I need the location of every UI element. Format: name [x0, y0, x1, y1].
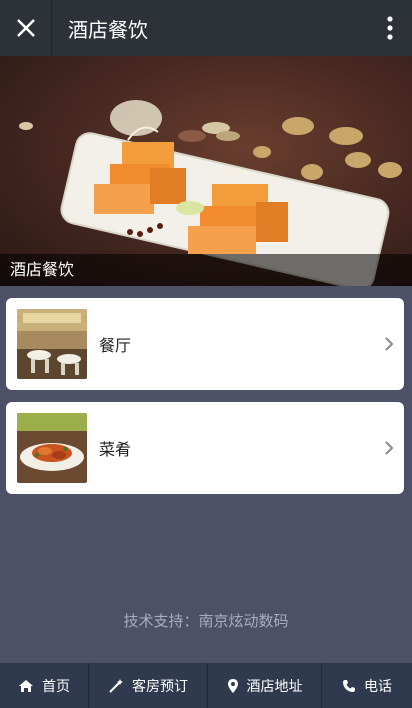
close-icon: [16, 19, 35, 37]
card-label: 菜肴: [99, 440, 132, 459]
phone-icon: [342, 679, 356, 693]
map-pin-icon: [227, 678, 239, 694]
banner-food-illustration: [19, 100, 402, 286]
nav-hotel-address[interactable]: 酒店地址: [208, 663, 322, 708]
nav-home[interactable]: 首页: [0, 663, 89, 708]
nav-label: 电话: [364, 678, 392, 695]
chevron-right-icon: [374, 336, 404, 352]
home-icon: [18, 679, 34, 693]
bottom-nav: 首页 客房预订 酒店地址 电话: [0, 663, 412, 708]
magic-wand-icon: [108, 678, 124, 694]
list-item-restaurant[interactable]: 餐厅: [6, 298, 404, 390]
nav-phone[interactable]: 电话: [322, 663, 412, 708]
restaurant-photo: [17, 309, 87, 379]
nav-label: 酒店地址: [246, 678, 303, 695]
close-button[interactable]: [0, 0, 52, 56]
banner-caption: 酒店餐饮: [0, 254, 412, 286]
app-header: 酒店餐饮: [0, 0, 412, 56]
card-label: 餐厅: [99, 336, 132, 355]
nav-label: 客房预订: [132, 678, 188, 695]
banner-image[interactable]: 酒店餐饮: [0, 56, 412, 286]
nav-label: 首页: [42, 678, 70, 695]
more-button[interactable]: [368, 0, 412, 56]
more-vertical-icon: [387, 16, 393, 40]
chevron-right-icon: [374, 440, 404, 456]
dish-photo: [17, 413, 87, 483]
list-item-dishes[interactable]: 菜肴: [6, 402, 404, 494]
nav-room-booking[interactable]: 客房预订: [89, 663, 208, 708]
tech-support-credit[interactable]: 技术支持：南京炫动数码: [0, 610, 412, 631]
page-title: 酒店餐饮: [68, 17, 148, 42]
